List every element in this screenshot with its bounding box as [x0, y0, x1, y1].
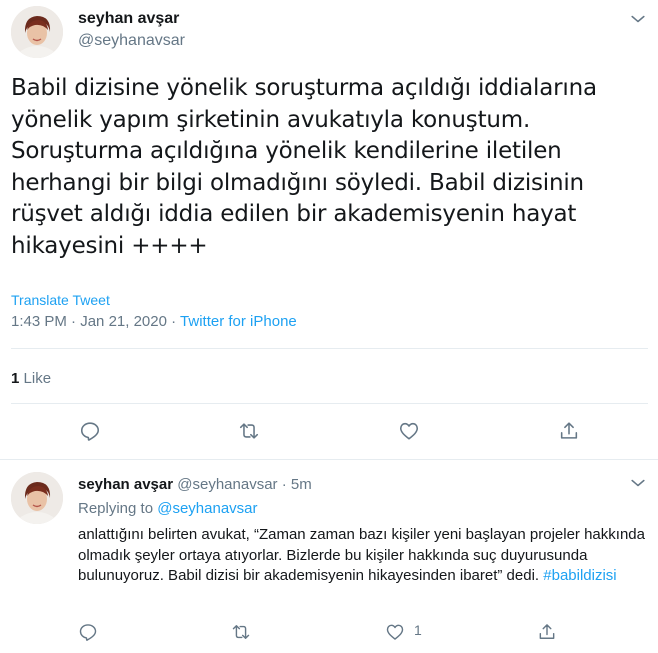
retweet-icon[interactable]: [238, 420, 260, 442]
share-icon[interactable]: [558, 420, 580, 442]
replying-prefix: Replying to: [78, 500, 154, 517]
like-count: 1: [11, 370, 20, 387]
chevron-down-icon[interactable]: [628, 473, 648, 493]
main-tweet: seyhan avşar @seyhanavsar Babil dizisine…: [0, 0, 658, 460]
tweet-time[interactable]: 1:43 PM: [11, 313, 67, 330]
reply-actions: [0, 622, 658, 646]
translate-tweet-link[interactable]: Translate Tweet: [11, 292, 110, 308]
mention-link[interactable]: @seyhanavsar: [157, 500, 257, 517]
tweet-meta: 1:43 PM · Jan 21, 2020 · Twitter for iPh…: [11, 313, 297, 330]
meta-separator: ·: [171, 313, 177, 330]
heart-icon[interactable]: [385, 622, 405, 642]
tweet-date[interactable]: Jan 21, 2020: [80, 313, 167, 330]
reply-header: seyhan avşar @seyhanavsar · 5m: [78, 476, 312, 493]
share-icon[interactable]: [537, 622, 557, 642]
retweet-icon[interactable]: [231, 622, 251, 642]
author-handle[interactable]: @seyhanavsar: [177, 476, 277, 493]
heart-icon[interactable]: [398, 420, 420, 442]
tweet-time[interactable]: 5m: [291, 476, 312, 493]
avatar[interactable]: [11, 472, 63, 524]
reply-icon[interactable]: [78, 622, 98, 642]
tweet-actions: [0, 420, 658, 444]
reply-tweet[interactable]: seyhan avşar @seyhanavsar · 5m Replying …: [0, 461, 658, 653]
author-name[interactable]: seyhan avşar: [78, 476, 173, 493]
tweet-source-link[interactable]: Twitter for iPhone: [180, 313, 297, 330]
divider: [11, 348, 648, 349]
avatar[interactable]: [11, 6, 63, 58]
hashtag-link[interactable]: #babildizisi: [543, 567, 616, 584]
like-count: 1: [414, 622, 422, 638]
meta-separator: ·: [71, 313, 77, 330]
author-name[interactable]: seyhan avşar: [78, 10, 179, 28]
meta-separator: ·: [281, 476, 287, 493]
tweet-text: Babil dizisine yönelik soruşturma açıldı…: [11, 75, 597, 259]
divider: [11, 403, 648, 404]
like-label: Like: [23, 370, 52, 387]
author-handle[interactable]: @seyhanavsar: [78, 32, 185, 50]
likes-stat[interactable]: 1 Like: [11, 370, 51, 387]
reply-icon[interactable]: [79, 420, 101, 442]
replying-to: Replying to @seyhanavsar: [78, 500, 258, 517]
chevron-down-icon[interactable]: [628, 9, 648, 29]
reply-text: anlattığını belirten avukat, “Zaman zama…: [78, 525, 648, 587]
